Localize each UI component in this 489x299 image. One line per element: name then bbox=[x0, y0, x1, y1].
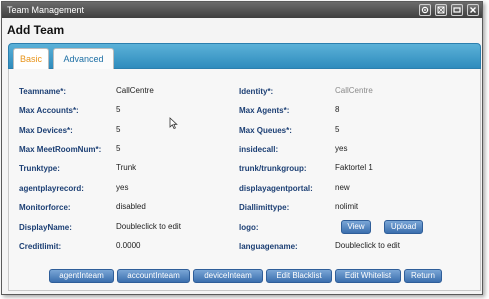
displayagentportal-label: displayagentportal: bbox=[239, 184, 313, 193]
deviceinteam-button[interactable]: deviceInteam bbox=[193, 269, 263, 283]
agentinteam-button[interactable]: agentInteam bbox=[49, 269, 114, 283]
trunk-group-value[interactable]: Faktortel 1 bbox=[335, 163, 373, 172]
displayagentportal-value[interactable]: new bbox=[335, 183, 350, 192]
diallimittype-value[interactable]: nolimit bbox=[335, 202, 358, 211]
max-meetroomnum-value[interactable]: 5 bbox=[116, 144, 120, 153]
window-titlebar[interactable]: Team Management bbox=[2, 2, 482, 18]
basic-form-panel: Teamname*: CallCentre Identity*: CallCen… bbox=[8, 69, 481, 291]
creditlimit-value[interactable]: 0.0000 bbox=[116, 241, 140, 250]
upload-logo-button[interactable]: Upload bbox=[384, 220, 423, 234]
creditlimit-label: Creditlimit: bbox=[19, 242, 62, 251]
identity-value: CallCentre bbox=[335, 86, 373, 95]
max-devices-value[interactable]: 5 bbox=[116, 125, 120, 134]
mouse-cursor-icon bbox=[169, 117, 178, 130]
languagename-label: languagename: bbox=[239, 242, 298, 251]
max-queues-value[interactable]: 5 bbox=[335, 125, 339, 134]
teamname-label: Teamname*: bbox=[19, 87, 66, 96]
insidecall-value[interactable]: yes bbox=[335, 144, 347, 153]
teamname-value[interactable]: CallCentre bbox=[116, 86, 154, 95]
insidecall-label: insidecall: bbox=[239, 145, 279, 154]
agentplayrecord-value[interactable]: yes bbox=[116, 183, 128, 192]
max-accounts-label: Max Accounts*: bbox=[19, 106, 79, 115]
view-logo-button[interactable]: View bbox=[341, 220, 371, 234]
tab-basic[interactable]: Basic bbox=[13, 48, 49, 70]
tab-bar: Basic Advanced bbox=[8, 43, 481, 70]
max-accounts-value[interactable]: 5 bbox=[116, 105, 120, 114]
identity-label: Identity*: bbox=[239, 87, 274, 96]
monitorforce-label: Monitorforce: bbox=[19, 203, 71, 212]
page-title: Add Team bbox=[7, 23, 65, 37]
window-controls bbox=[419, 4, 479, 16]
tab-advanced[interactable]: Advanced bbox=[53, 48, 114, 70]
return-button[interactable]: Return bbox=[404, 269, 442, 283]
expand-icon[interactable] bbox=[435, 4, 447, 16]
trunktype-label: Trunktype: bbox=[19, 164, 60, 173]
languagename-value[interactable]: Doubleclick to edit bbox=[335, 241, 400, 250]
max-queues-label: Max Queues*: bbox=[239, 126, 292, 135]
close-icon[interactable] bbox=[467, 4, 479, 16]
restore-icon[interactable] bbox=[451, 4, 463, 16]
accountinteam-button[interactable]: accountInteam bbox=[117, 269, 190, 283]
max-agents-label: Max Agents*: bbox=[239, 106, 290, 115]
max-agents-value[interactable]: 8 bbox=[335, 105, 339, 114]
displayname-value[interactable]: Doubleclick to edit bbox=[116, 222, 181, 231]
trunktype-value[interactable]: Trunk bbox=[116, 163, 136, 172]
settings-icon[interactable] bbox=[419, 4, 431, 16]
max-devices-label: Max Devices*: bbox=[19, 126, 73, 135]
window-title: Team Management bbox=[7, 5, 85, 15]
trunk-group-label: trunk/trunkgroup: bbox=[239, 164, 307, 173]
logo-label: logo: bbox=[239, 223, 259, 232]
team-management-window: Team Management Add Team Basic Advanced … bbox=[1, 1, 483, 295]
edit-blacklist-button[interactable]: Edit Blacklist bbox=[266, 269, 332, 283]
max-meetroomnum-label: Max MeetRoomNum*: bbox=[19, 145, 102, 154]
diallimittype-label: Diallimittype: bbox=[239, 203, 290, 212]
agentplayrecord-label: agentplayrecord: bbox=[19, 184, 84, 193]
displayname-label: DisplayName: bbox=[19, 223, 72, 232]
monitorforce-value[interactable]: disabled bbox=[116, 202, 146, 211]
edit-whitelist-button[interactable]: Edit Whitelist bbox=[335, 269, 401, 283]
